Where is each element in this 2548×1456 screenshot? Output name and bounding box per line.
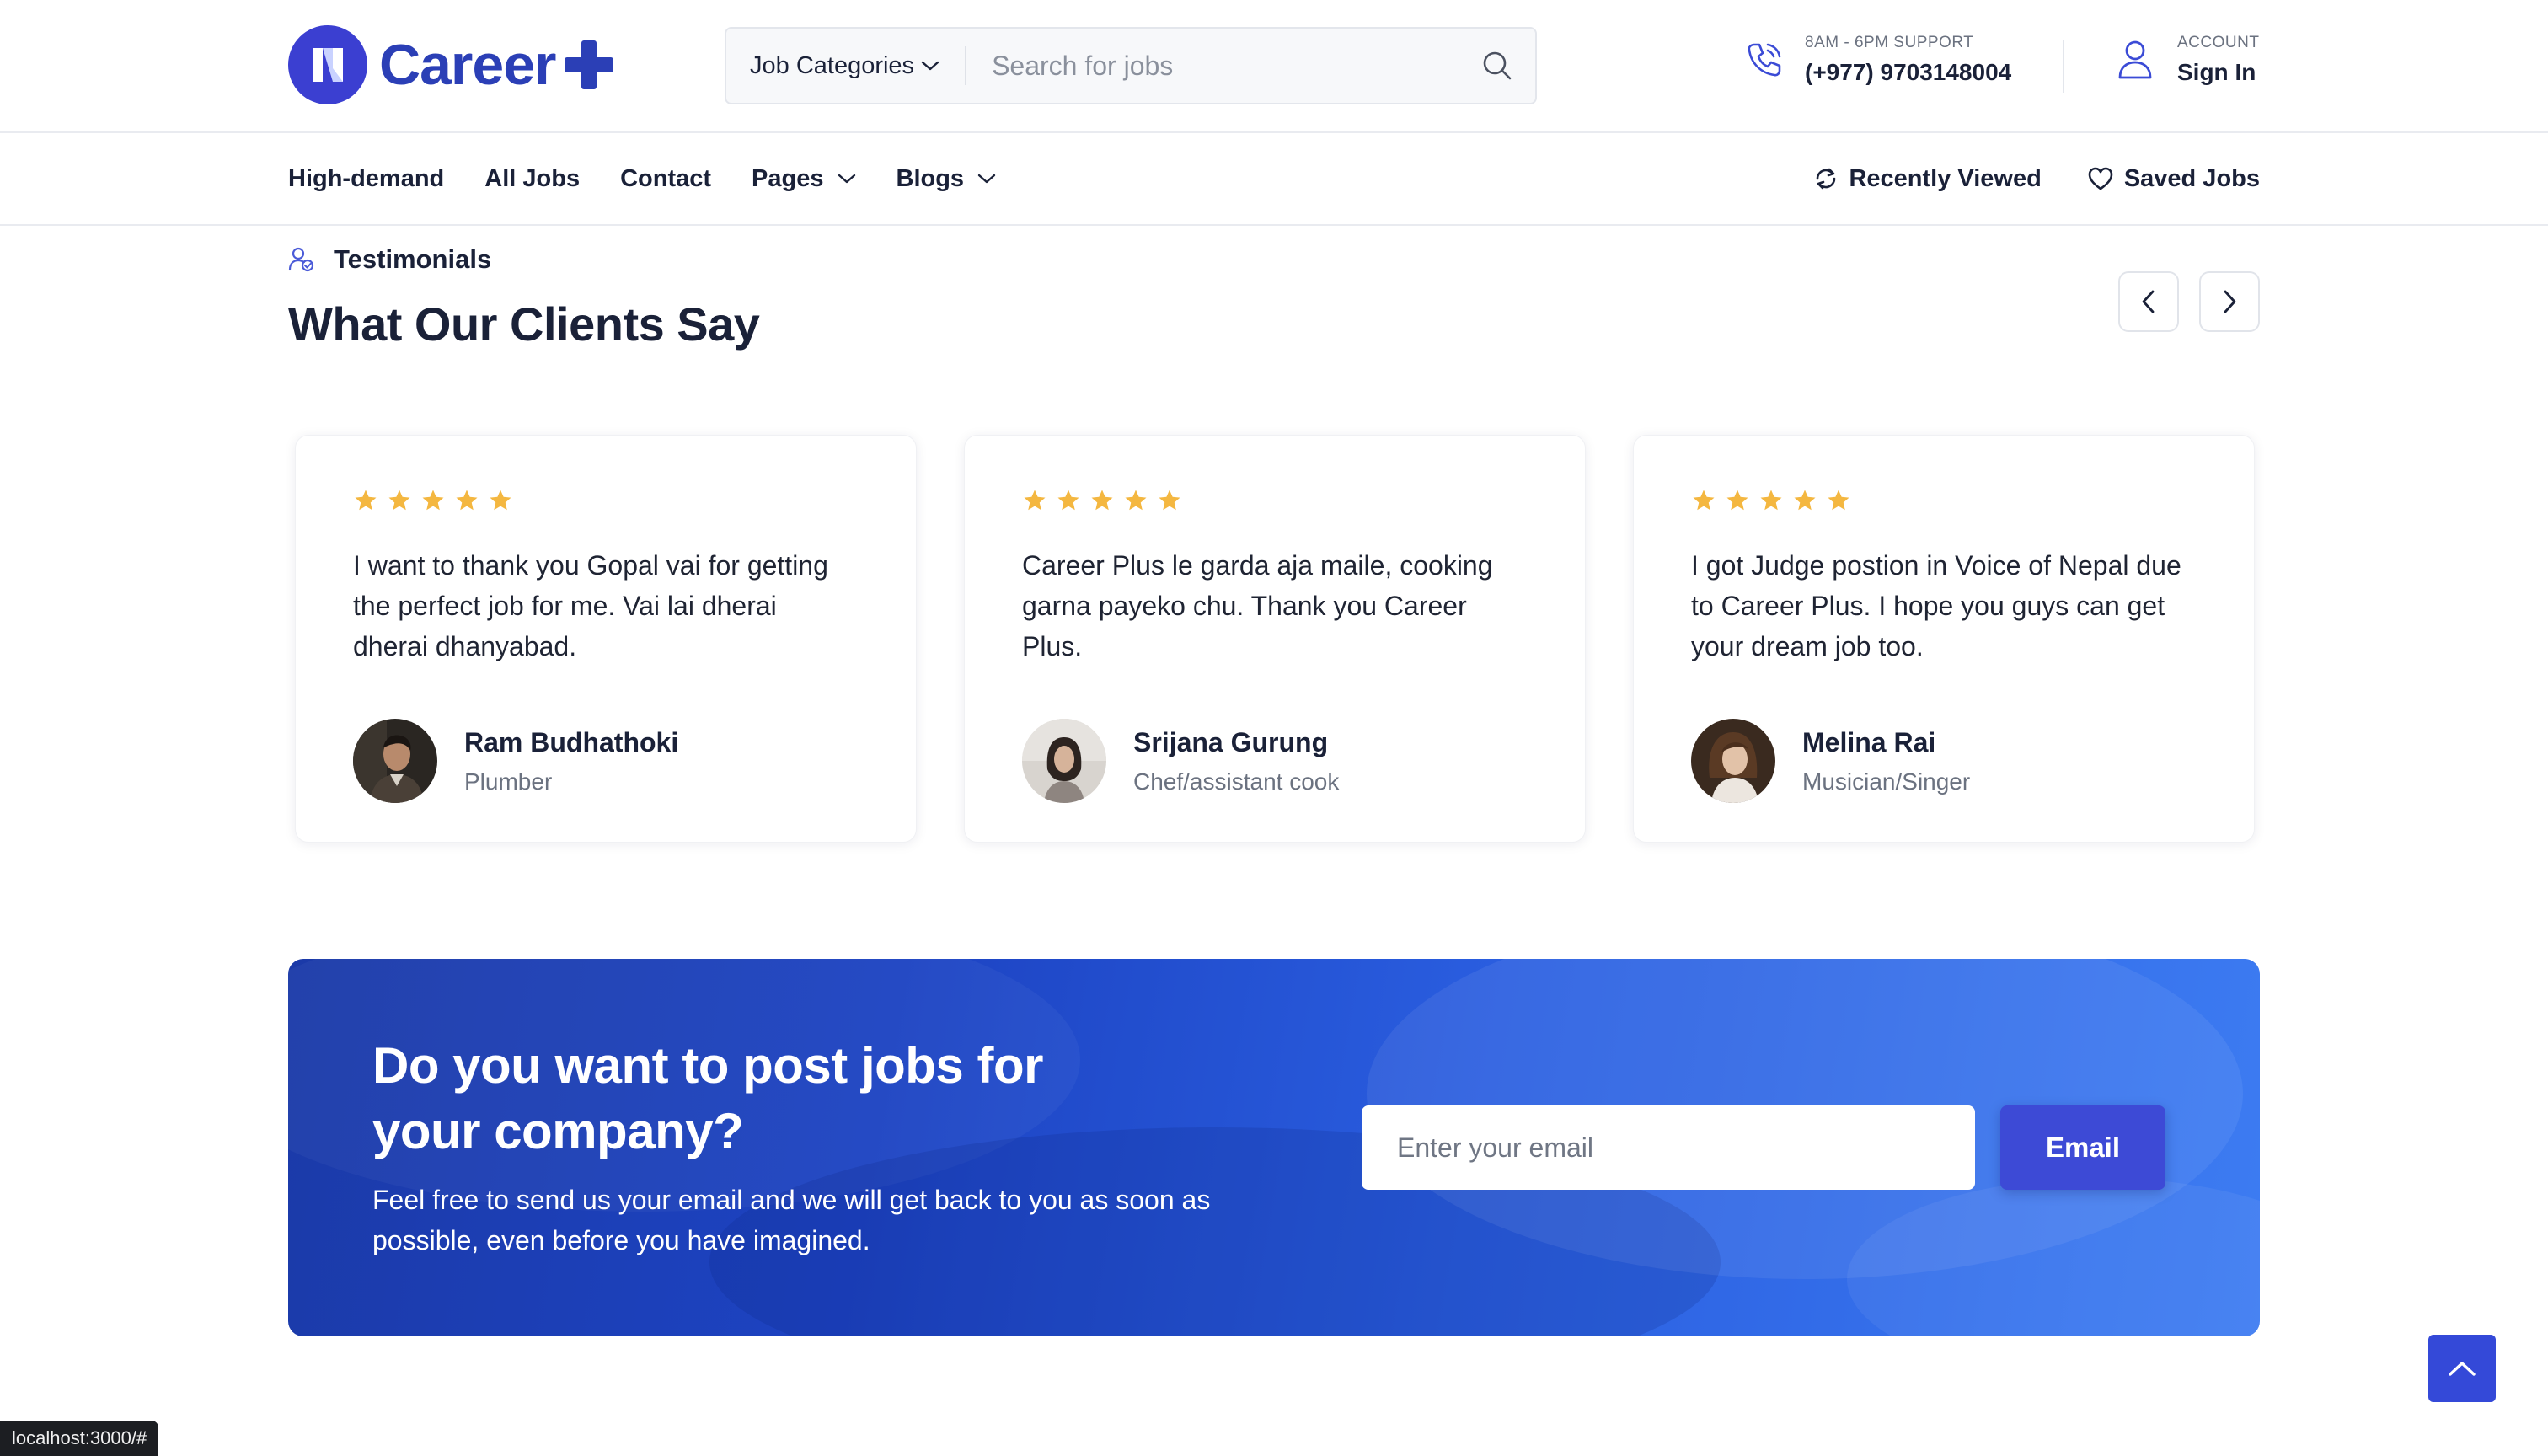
star-rating [353,488,859,513]
phone-icon [1748,43,1781,77]
nav-right: Recently Viewed Saved Jobs [1768,133,2260,224]
job-categories-dropdown[interactable]: Job Categories [726,29,965,103]
job-search-bar: Job Categories [725,27,1537,104]
support-hours-label: 8AM - 6PM SUPPORT [1805,34,1974,51]
author-info: Ram Budhathoki Plumber [464,727,678,795]
status-bar-url: localhost:3000/# [0,1421,159,1456]
logo-mark-icon [288,25,367,104]
star-icon [490,490,511,511]
cta-subtitle: Feel free to send us your email and we w… [372,1185,1211,1255]
star-icon [1726,490,1748,511]
saved-jobs-link[interactable]: Saved Jobs [2087,165,2260,193]
star-icon [1125,490,1147,511]
testimonial-card: Career Plus le garda aja maile, cooking … [964,435,1586,843]
account-menu[interactable]: ACCOUNT Sign In [2117,34,2259,86]
nav-item-all-jobs[interactable]: All Jobs [484,165,580,193]
author-role: Chef/assistant cook [1133,768,1340,795]
saved-jobs-label: Saved Jobs [2123,164,2260,192]
testimonial-quote: I want to thank you Gopal vai for gettin… [353,550,828,661]
chevron-down-icon [838,174,855,184]
chevron-right-icon [2224,290,2236,313]
author-role: Plumber [464,768,553,795]
star-rating [1022,488,1528,513]
search-button[interactable] [1459,29,1535,103]
section-tag-label: Testimonials [334,244,492,274]
nav-item-contact[interactable]: Contact [620,165,711,193]
star-icon [1159,490,1180,511]
scroll-to-top-button[interactable] [2428,1335,2496,1402]
email-field[interactable] [1362,1105,1975,1190]
nav-item-pages[interactable]: Pages [752,165,855,193]
testimonial-author: Melina Rai Musician/Singer [1691,719,2197,803]
email-submit-button[interactable]: Email [2000,1105,2165,1190]
star-icon [1091,490,1113,511]
slider-prev-button[interactable] [2118,271,2179,332]
avatar [1691,719,1775,803]
star-icon [1760,490,1782,511]
header-divider [2063,40,2064,93]
testimonial-author: Srijana Gurung Chef/assistant cook [1022,719,1528,803]
testimonial-quote: I got Judge postion in Voice of Nepal du… [1691,550,2181,661]
star-icon [355,490,377,511]
star-icon [456,490,478,511]
nav-item-high-demand[interactable]: High-demand [288,165,444,193]
refresh-icon [1817,168,1836,190]
nav-item-pages-label: Pages [752,164,824,192]
account-text: ACCOUNT Sign In [2177,34,2259,86]
job-categories-label: Job Categories [750,51,915,79]
user-icon [2118,40,2152,79]
star-icon [1024,490,1046,511]
sign-in-link[interactable]: Sign In [2177,59,2259,86]
slider-next-button[interactable] [2199,271,2260,332]
heart-icon [2088,167,2113,190]
top-header: Career Job Categories 8AM - 6 [0,0,2548,133]
recently-viewed-link[interactable]: Recently Viewed [1813,164,2042,193]
testimonial-author: Ram Budhathoki Plumber [353,719,859,803]
support-contact[interactable]: 8AM - 6PM SUPPORT (+977) 9703148004 [1744,34,2011,86]
star-rating [1691,488,2197,513]
chevron-down-icon [977,174,996,184]
star-icon [1057,490,1079,511]
post-jobs-banner: Do you want to post jobs for your compan… [288,959,2260,1336]
avatar [1022,719,1106,803]
author-name: Ram Budhathoki [464,726,679,757]
testimonial-cards: I want to thank you Gopal vai for gettin… [295,435,2256,843]
cta-title: Do you want to post jobs for your compan… [372,1037,1043,1159]
author-name: Srijana Gurung [1133,726,1329,757]
account-label: ACCOUNT [2177,34,2260,51]
main-nav: High-demand All Jobs Contact Pages Blogs… [0,133,2548,226]
author-role: Musician/Singer [1802,768,1971,795]
star-icon [1794,490,1816,511]
logo-plus-icon [564,40,613,89]
nav-links: High-demand All Jobs Contact Pages Blogs [288,133,1036,224]
chevron-up-icon [2449,1362,2476,1376]
testimonial-card: I got Judge postion in Voice of Nepal du… [1633,435,2255,843]
star-icon [1828,490,1849,511]
logo-text: Career [379,33,556,97]
author-info: Melina Rai Musician/Singer [1802,727,1970,795]
avatar [353,719,437,803]
recently-viewed-label: Recently Viewed [1849,164,2042,192]
support-phone-number: (+977) 9703148004 [1805,59,2012,85]
testimonial-card: I want to thank you Gopal vai for gettin… [295,435,917,843]
nav-item-blogs[interactable]: Blogs [897,165,997,193]
chevron-left-icon [2142,290,2155,313]
testimonial-quote: Career Plus le garda aja maile, cooking … [1022,550,1493,661]
star-icon [1693,490,1715,511]
nav-item-blogs-label: Blogs [896,164,965,192]
users-icon [288,247,314,272]
search-icon [1483,51,1512,80]
site-logo[interactable]: Career [288,25,615,104]
search-input[interactable] [966,29,1459,103]
author-name: Melina Rai [1802,726,1936,757]
author-info: Srijana Gurung Chef/assistant cook [1133,727,1339,795]
section-title: What Our Clients Say [288,297,760,351]
chevron-down-icon [921,61,939,71]
star-icon [388,490,410,511]
support-text: 8AM - 6PM SUPPORT (+977) 9703148004 [1805,34,2011,86]
section-tag: Testimonials [288,244,491,275]
star-icon [422,490,444,511]
